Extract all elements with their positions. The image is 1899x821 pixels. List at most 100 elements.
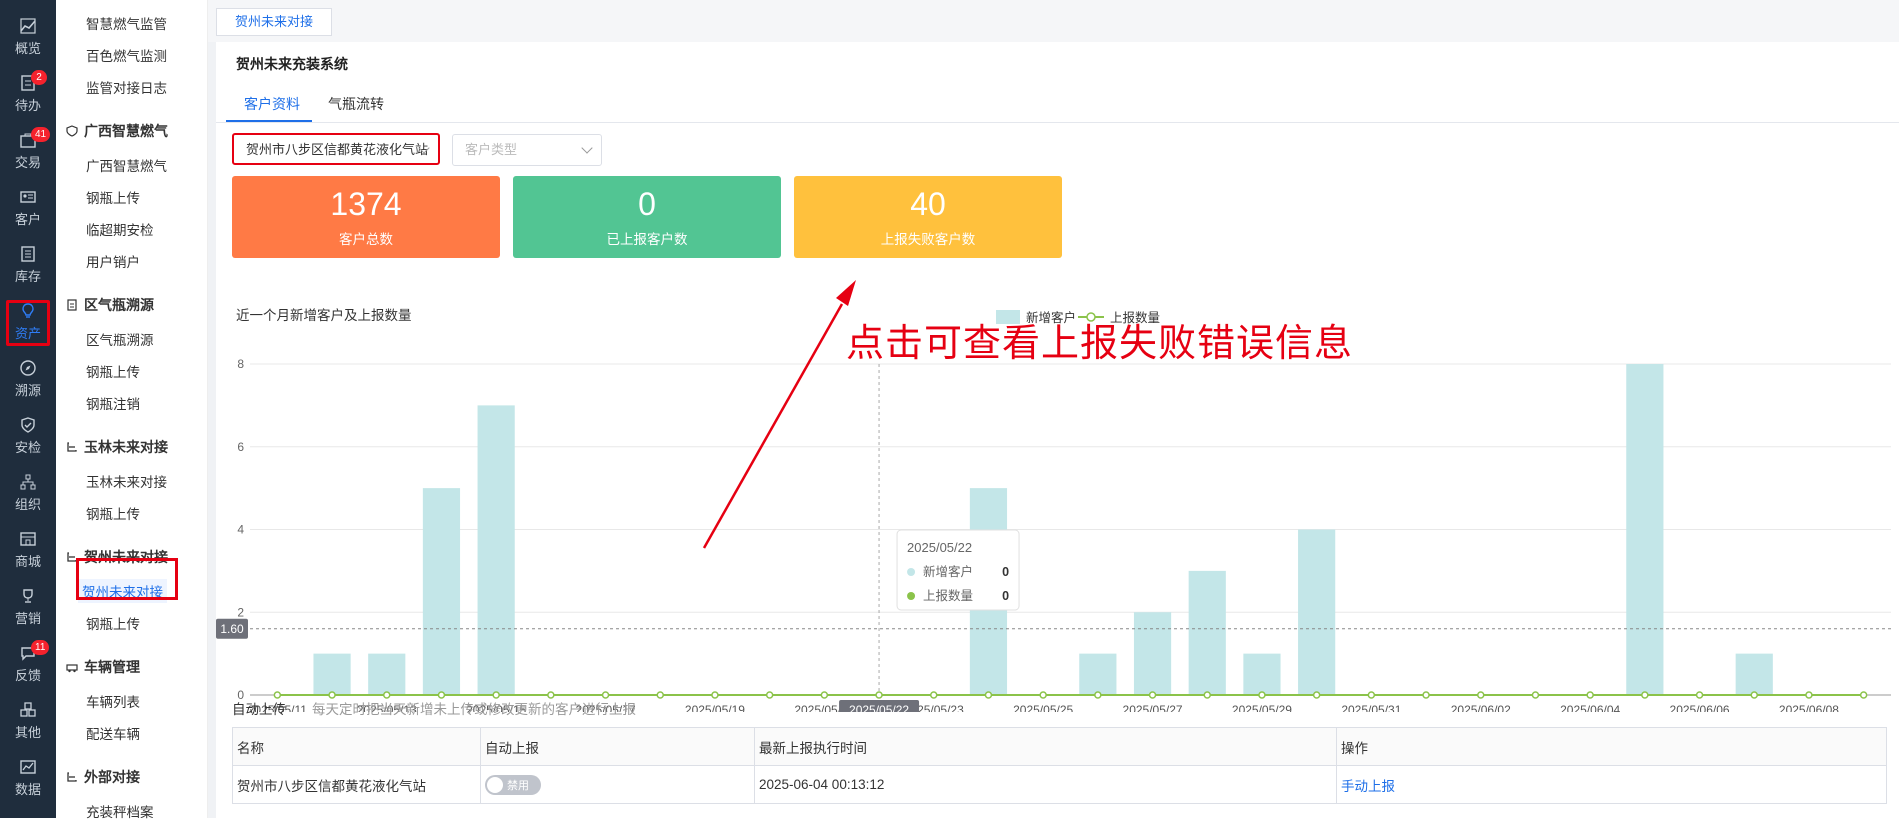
sidebar-item[interactable]: 用户销户: [86, 251, 140, 271]
customer-card-icon: [20, 191, 36, 203]
card-value: 0: [638, 186, 656, 222]
tooltip-series-name: 上报数量: [923, 588, 973, 603]
rail-item-label: 反馈: [14, 668, 41, 683]
sidebar-item[interactable]: 广西智慧燃气: [86, 155, 167, 175]
station-select[interactable]: 贺州市八步区信都黄花液化气站: [232, 133, 440, 165]
rail-item-0[interactable]: 概览: [0, 10, 56, 67]
line-point: [1312, 691, 1321, 699]
rail-badge: 2: [31, 70, 47, 85]
sidebar-item[interactable]: 钢瓶上传: [86, 187, 140, 207]
upload-table: 名称 自动上报 最新上报执行时间 操作 贺州市八步区信都黄花液化气站 禁用 20…: [232, 727, 1887, 804]
sidebar-text: 百色燃气监测: [86, 49, 167, 64]
rail-item-label: 其他: [14, 725, 41, 740]
y-tick-label: 8: [237, 357, 244, 371]
rail-item-label: 交易: [14, 155, 41, 170]
sidebar-item[interactable]: 区气瓶溯源: [86, 329, 154, 349]
sidebar-text: 钢瓶上传: [86, 191, 140, 206]
compass-icon: [20, 360, 36, 376]
sidebar-group-title[interactable]: 外部对接: [66, 767, 140, 787]
sidebar-item[interactable]: 钢瓶上传: [86, 361, 140, 381]
x-tick-label: 2025/05/19: [685, 703, 745, 712]
rail-item-label: 商城: [14, 554, 41, 569]
bar: [1133, 612, 1172, 695]
sidebar-item[interactable]: 钢瓶上传: [86, 613, 140, 633]
sidebar-item[interactable]: 钢瓶注销: [86, 393, 140, 413]
rail-item-label: 概览: [14, 41, 41, 56]
x-tick-label: 2025/05/27: [1123, 703, 1183, 712]
sidebar-group-title[interactable]: 玉林未来对接: [66, 437, 168, 457]
sidebar-text: 区气瓶溯源: [84, 297, 154, 313]
sidebar-item[interactable]: 临超期安检: [86, 219, 154, 239]
rail-item-9[interactable]: 商城: [0, 523, 56, 580]
sidebar-text: 监管对接日志: [86, 81, 167, 96]
sidebar-group-title[interactable]: 广西智慧燃气: [66, 121, 168, 141]
col-actions: 操作: [1336, 727, 1887, 766]
rail-item-10[interactable]: 营销: [0, 580, 56, 637]
tooltip-date: 2025/05/22: [907, 540, 972, 555]
line-point: [1367, 691, 1376, 699]
sidebar-text: 广西智慧燃气: [84, 123, 168, 139]
toggle-text: 禁用: [507, 779, 529, 792]
sidebar-text: 外部对接: [84, 769, 140, 785]
card-value: 40: [910, 186, 946, 222]
cell-name: 贺州市八步区信都黄花液化气站: [232, 765, 481, 804]
rail-item-13[interactable]: 数据: [0, 751, 56, 808]
card-label: 客户总数: [339, 232, 393, 247]
tooltip-marker: [907, 568, 916, 576]
rail-item-8[interactable]: 组织: [0, 466, 56, 523]
rail-item-2[interactable]: 交易 41: [0, 124, 56, 181]
customer-type-select[interactable]: 客户类型: [452, 134, 602, 166]
tooltip-value: 0: [1002, 565, 1009, 579]
sidebar-item[interactable]: 玉林未来对接: [86, 471, 167, 491]
sidebar-group-title[interactable]: 区气瓶溯源: [66, 295, 154, 315]
line-point: [1531, 691, 1540, 699]
col-last-run: 最新上报执行时间: [754, 727, 1337, 766]
card-reported-customers[interactable]: 0 已上报客户数: [513, 176, 781, 258]
auto-upload-hint: 每天定时把当天新增未上传或修改更新的客户进行上报: [312, 702, 636, 717]
sidebar-item[interactable]: 车辆列表: [86, 691, 140, 711]
line-point: [1258, 691, 1266, 699]
x-tick-label: 2025/06/08: [1779, 703, 1839, 712]
sidebar-item[interactable]: 配送车辆: [86, 723, 140, 743]
card-label: 上报失败客户数: [880, 232, 976, 247]
line-point: [1094, 691, 1102, 699]
rail-item-6[interactable]: 溯源: [0, 352, 56, 409]
card-failed-customers[interactable]: 40 上报失败客户数: [794, 176, 1062, 258]
sidebar-item[interactable]: 监管对接日志: [86, 77, 167, 97]
sidebar-item[interactable]: 充装秤档案: [86, 801, 154, 821]
line-point: [711, 691, 719, 699]
auto-report-toggle[interactable]: 禁用: [485, 774, 541, 795]
manual-report-link[interactable]: 手动上报: [1341, 779, 1395, 794]
sidebar-item[interactable]: 百色燃气监测: [86, 45, 167, 65]
sidebar-text: 智慧燃气监管: [86, 17, 167, 32]
sidebar-group-title[interactable]: 车辆管理: [66, 657, 140, 677]
sidebar: 智慧燃气监管 百色燃气监测 监管对接日志 广西智慧燃气 广西智慧燃气 钢瓶上传 临超期安检用…: [56, 0, 264, 821]
y-tick-label: 6: [237, 440, 244, 454]
line-point: [1148, 691, 1157, 699]
rail-item-1[interactable]: 待办 2: [0, 67, 56, 124]
rail-item-11[interactable]: 反馈 11: [0, 637, 56, 694]
inventory-icon: [21, 246, 35, 262]
tab-cylinder-flow[interactable]: 气瓶流转: [328, 94, 384, 114]
rail-item-3[interactable]: 客户: [0, 181, 56, 238]
rail-item-label: 数据: [14, 782, 41, 797]
rail-item-12[interactable]: 其他: [0, 694, 56, 751]
apps-icon: [20, 702, 36, 717]
rail-item-7[interactable]: 安检: [0, 409, 56, 466]
sidebar-item[interactable]: 钢瓶上传: [86, 503, 140, 523]
shield-check-icon: [21, 417, 35, 433]
shield-icon: [66, 125, 78, 137]
card-total-customers[interactable]: 1374 客户总数: [232, 176, 500, 258]
page-tab-hezhou[interactable]: 贺州未来对接: [216, 8, 332, 36]
table-header-row: 名称 自动上报 最新上报执行时间 操作: [232, 727, 1887, 766]
page-tabbar: 贺州未来对接: [208, 0, 1899, 42]
tab-customer-info[interactable]: 客户资料: [244, 94, 300, 114]
rail-item-4[interactable]: 库存: [0, 238, 56, 295]
subtab-divider: [216, 122, 1899, 123]
sidebar-item[interactable]: 智慧燃气监管: [86, 13, 167, 33]
rail-item-label: 客户: [14, 212, 41, 227]
annotation-arrow: [702, 280, 856, 549]
line-point: [1695, 691, 1704, 699]
link-icon: [67, 442, 77, 452]
sidebar-text: 钢瓶上传: [86, 365, 140, 380]
